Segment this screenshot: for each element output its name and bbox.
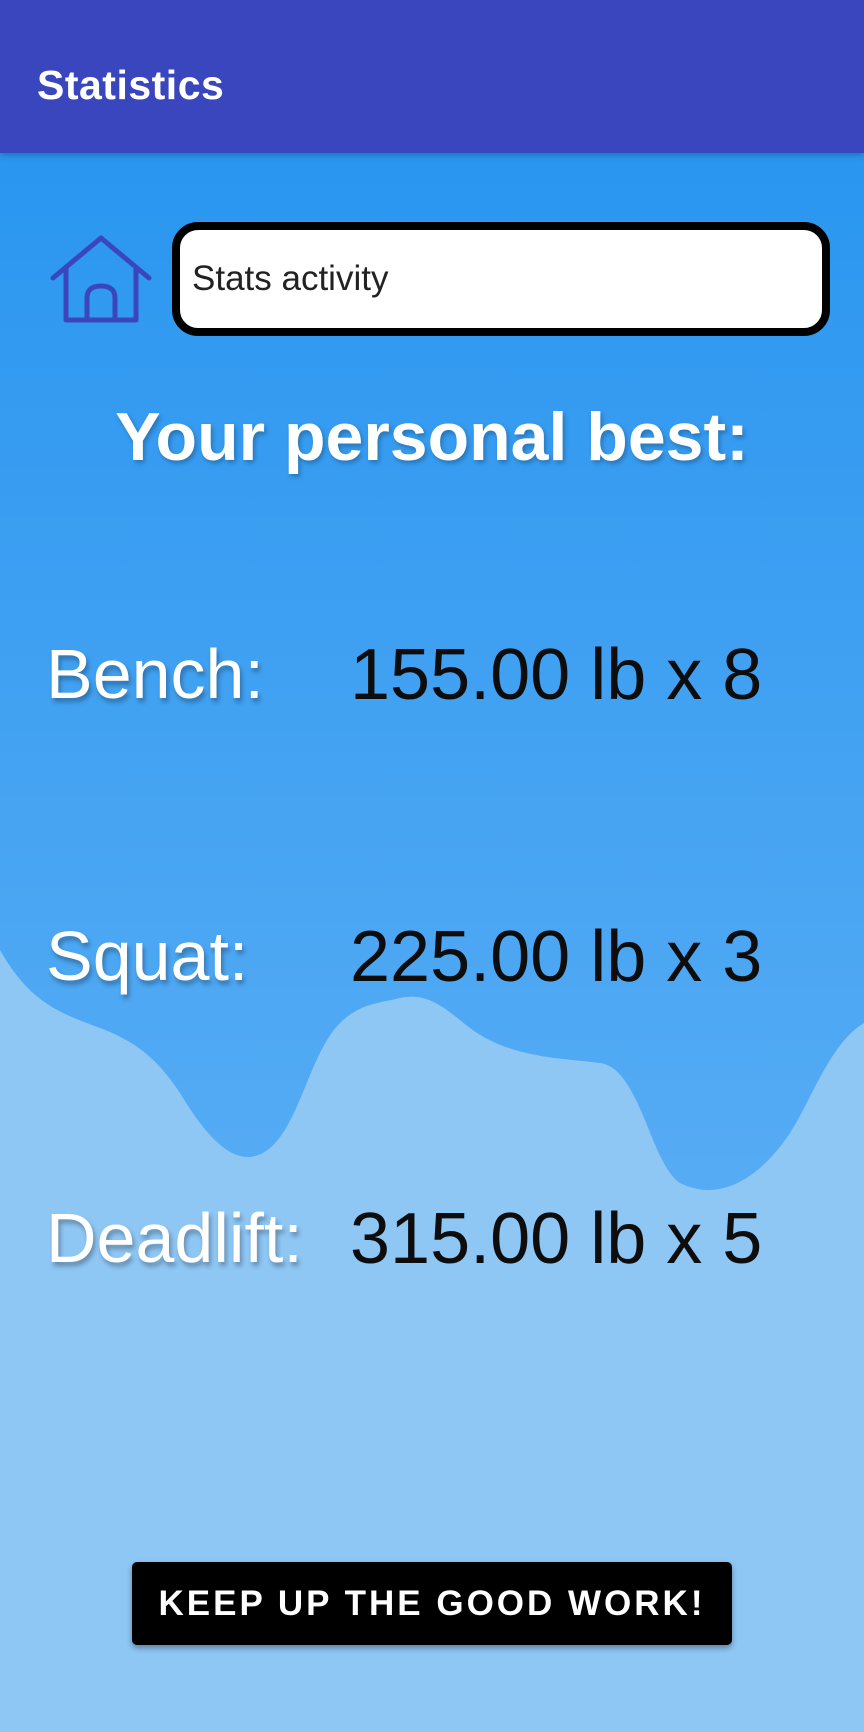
home-icon bbox=[50, 235, 152, 323]
deadlift-value: 315.00 lb x 5 bbox=[350, 1199, 763, 1279]
squat-value: 225.00 lb x 3 bbox=[350, 917, 763, 997]
deadlift-label: Deadlift: bbox=[46, 1199, 303, 1277]
keep-up-button[interactable]: KEEP UP THE GOOD WORK! bbox=[132, 1562, 732, 1645]
search-input[interactable] bbox=[192, 230, 812, 328]
home-button[interactable] bbox=[48, 232, 154, 324]
app-title: Statistics bbox=[37, 62, 225, 108]
personal-best-heading: Your personal best: bbox=[115, 399, 749, 475]
search-field[interactable] bbox=[172, 222, 830, 336]
app-bar: Statistics bbox=[0, 0, 864, 153]
squat-label: Squat: bbox=[46, 917, 249, 995]
bench-value: 155.00 lb x 8 bbox=[350, 635, 763, 715]
bench-label: Bench: bbox=[46, 635, 264, 713]
